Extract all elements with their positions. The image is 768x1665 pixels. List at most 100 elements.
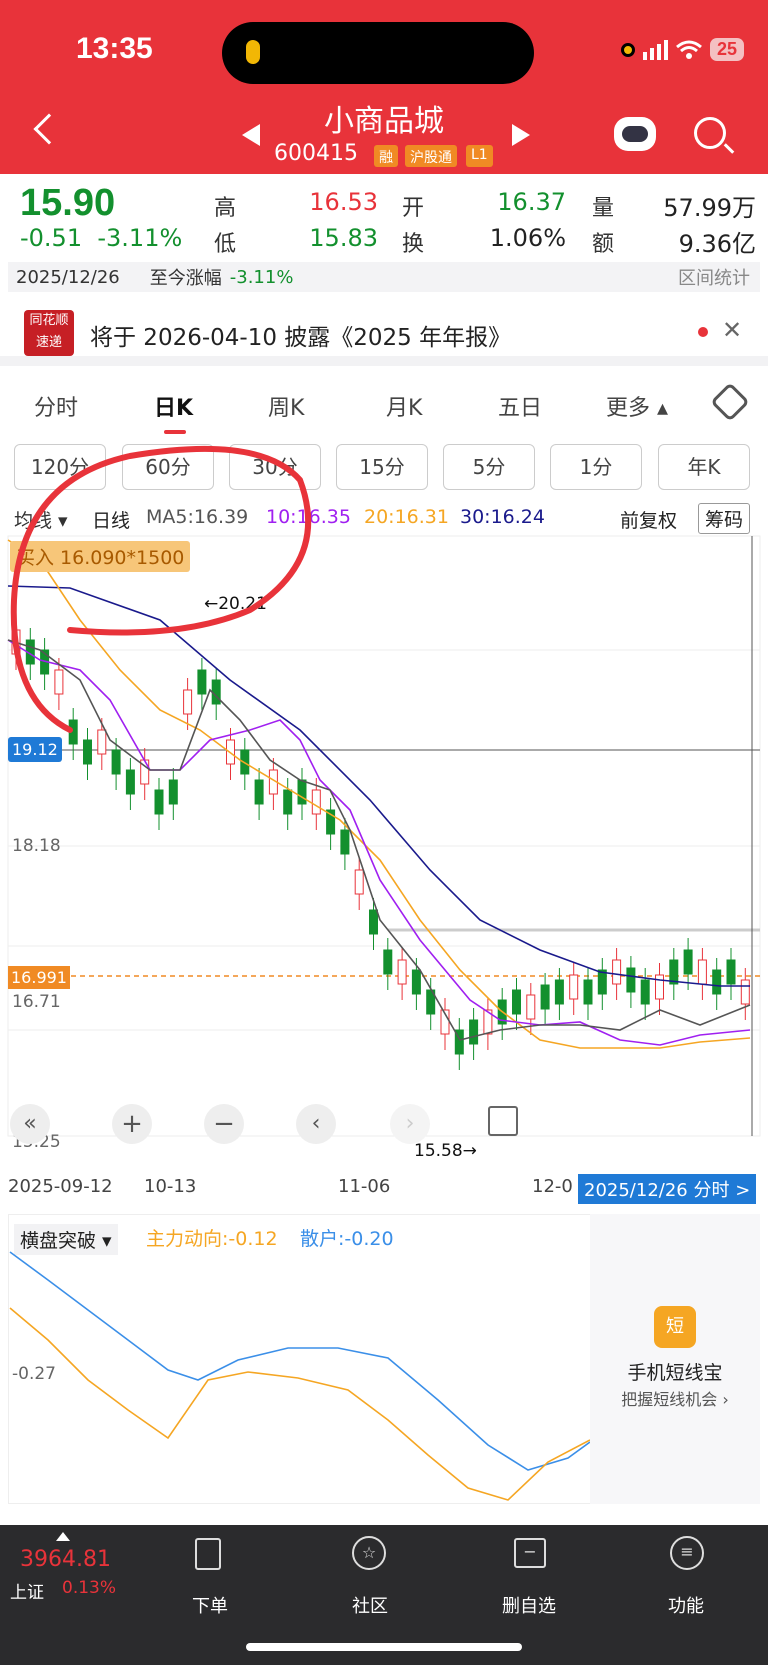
remove-watchlist-icon[interactable]: − [514, 1538, 546, 1568]
candle-body [354, 869, 364, 895]
candle-body [655, 974, 664, 1000]
tab-five-day[interactable]: 五日 [498, 390, 542, 422]
prev-stock-button[interactable] [242, 124, 260, 146]
to-date-value: -3.11% [229, 266, 294, 288]
label-open: 开 [402, 196, 425, 221]
nav-function[interactable]: 功能 [668, 1592, 704, 1618]
candle-body [297, 779, 307, 805]
candle-body [411, 969, 421, 995]
candle-body [712, 969, 722, 995]
ad-subtitle[interactable]: 把握短线机会 › [590, 1386, 760, 1410]
index-pct: 0.13% [62, 1578, 117, 1598]
candle-body [283, 789, 293, 815]
candle-body [683, 949, 693, 975]
mic-icon [246, 40, 260, 64]
menu-icon[interactable]: ≡ [670, 1536, 704, 1570]
index-value[interactable]: 3964.81 [20, 1547, 111, 1572]
rewind-button[interactable]: « [10, 1104, 50, 1144]
period-15m[interactable]: 15分 [336, 444, 428, 490]
candle-body [125, 769, 135, 795]
stock-code: 600415 [274, 141, 358, 166]
quote-date: 2025/12/26 [16, 266, 120, 288]
hand-drawn-circle [10, 445, 312, 733]
wifi-icon [676, 40, 702, 59]
candle-body [168, 779, 178, 805]
ths-logo: 同花顺 速递 [24, 310, 74, 356]
candle-body [469, 1019, 479, 1045]
candle-body [626, 967, 636, 993]
unread-dot [698, 327, 708, 337]
settings-gear-icon[interactable] [710, 382, 750, 422]
ad-title: 手机短线宝 [627, 1362, 723, 1384]
candle-body [512, 989, 521, 1015]
candle-body [726, 959, 736, 985]
dash-price-tag: 16.991 [8, 966, 70, 989]
candle-body [640, 979, 650, 1005]
period-1m[interactable]: 1分 [550, 444, 642, 490]
candle-body [554, 979, 564, 1005]
tab-more[interactable]: 更多 ▴ [606, 390, 668, 422]
nav-remove-watchlist[interactable]: 删自选 [502, 1592, 556, 1618]
prev-candle-button[interactable]: ‹ [296, 1104, 336, 1144]
indicator-chart [9, 1251, 590, 1501]
candle-body [383, 949, 393, 975]
candle-body [369, 909, 378, 935]
value-high: 16.53 [309, 188, 378, 216]
signal-icon [642, 39, 668, 60]
y-label-1: 18.18 [12, 836, 61, 856]
price-tag: 19.12 [8, 737, 62, 762]
search-icon[interactable] [694, 117, 726, 149]
battery-icon: 25 [709, 38, 744, 61]
community-icon[interactable]: ☆ [352, 1536, 386, 1570]
candle-body [154, 789, 164, 815]
candle-body [740, 979, 750, 1005]
tab-daily-k[interactable]: 日K [154, 390, 193, 422]
candle-body [597, 969, 607, 995]
assistant-robot-icon[interactable] [614, 117, 656, 151]
x-label-4: 12-0 [532, 1176, 573, 1197]
candle-body [397, 959, 407, 985]
zoom-in-button[interactable]: + [112, 1104, 152, 1144]
status-bar-icons: 25 [620, 38, 744, 61]
tab-intraday[interactable]: 分时 [34, 390, 78, 422]
app-header: 13:35 25 小商品城 600415 融 沪股通 L1 [0, 0, 768, 174]
low-marker: 15.58→ [414, 1141, 477, 1161]
home-indicator [246, 1643, 522, 1651]
order-icon[interactable] [195, 1538, 221, 1570]
tab-weekly-k[interactable]: 周K [268, 390, 304, 422]
value-volume: 57.99万 [663, 194, 756, 222]
tag-connect: 沪股通 [405, 145, 457, 167]
value-turnover: 1.06% [489, 224, 566, 252]
last-price: 15.90 [20, 182, 116, 224]
dynamic-island [222, 22, 534, 84]
candle-body [540, 984, 550, 1010]
label-turnover: 换 [402, 232, 425, 257]
candle-body [583, 979, 593, 1005]
recording-dot-icon [620, 42, 635, 57]
short-line-icon: 短 [654, 1306, 696, 1348]
x-label-3: 11-06 [338, 1176, 391, 1197]
candle-body [254, 779, 264, 805]
nav-community[interactable]: 社区 [352, 1592, 388, 1618]
candle-body [111, 749, 121, 775]
candle-body [340, 829, 350, 855]
current-date-button[interactable]: 2025/12/26 分时 > [578, 1174, 757, 1204]
fullscreen-icon[interactable] [488, 1106, 518, 1136]
period-year-k[interactable]: 年K [658, 444, 750, 490]
y-label-2: 16.71 [12, 992, 61, 1012]
next-stock-button[interactable] [512, 124, 530, 146]
label-high: 高 [214, 196, 237, 221]
tab-indicator [164, 430, 186, 434]
close-icon[interactable]: ✕ [722, 316, 742, 344]
x-label-1: 2025-09-12 [8, 1176, 113, 1197]
interval-stats-link[interactable]: 区间统计 [678, 264, 750, 290]
candle-body [83, 739, 92, 765]
price-change: -0.51 -3.11% [20, 224, 183, 252]
index-name: 上证 [10, 1583, 44, 1603]
tab-monthly-k[interactable]: 月K [386, 390, 422, 422]
zoom-out-button[interactable]: − [204, 1104, 244, 1144]
period-5m[interactable]: 5分 [443, 444, 535, 490]
status-time: 13:35 [76, 32, 153, 65]
nav-order[interactable]: 下单 [192, 1592, 228, 1618]
next-candle-button[interactable]: › [390, 1104, 430, 1144]
